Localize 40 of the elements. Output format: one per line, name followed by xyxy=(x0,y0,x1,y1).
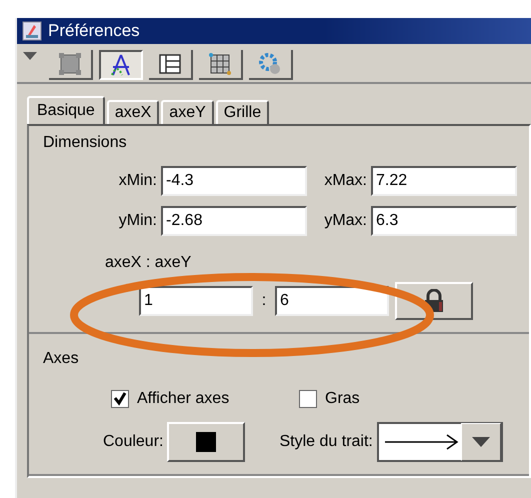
dropdown-button[interactable] xyxy=(460,423,501,461)
input-field[interactable]: 6 xyxy=(275,286,389,316)
toolbar-button[interactable] xyxy=(99,50,143,80)
checked-box-icon[interactable] xyxy=(111,390,129,408)
checkbox-label: Gras xyxy=(325,390,360,408)
line-style-label: Style du trait: xyxy=(279,433,373,451)
field-label: xMin: xyxy=(118,172,157,190)
ratio-label: axeX : axeY xyxy=(105,254,192,272)
section-title: Axes xyxy=(43,350,80,368)
checkbox[interactable]: Afficher axes xyxy=(111,390,299,408)
graph-icon xyxy=(109,53,133,77)
app-icon xyxy=(22,21,42,41)
input-field[interactable]: 6.3 xyxy=(371,206,517,236)
input-field[interactable]: 7.22 xyxy=(371,166,517,196)
lock-icon xyxy=(423,289,445,313)
empty-box-icon[interactable] xyxy=(299,390,317,408)
field-label: yMin: xyxy=(118,212,157,230)
line-style-dropdown[interactable] xyxy=(376,422,503,462)
layout-icon xyxy=(158,52,182,76)
window-title: Préférences xyxy=(48,21,140,41)
field-label: yMax: xyxy=(323,212,367,230)
checkbox-label: Afficher axes xyxy=(137,390,230,408)
dropdown-arrow-icon xyxy=(472,437,490,447)
input-field[interactable]: -4.3 xyxy=(161,166,307,196)
input-field[interactable]: -2.68 xyxy=(161,206,307,236)
tab[interactable]: Basique xyxy=(27,96,105,124)
section-title: Dimensions xyxy=(43,134,128,152)
grid-icon xyxy=(208,52,232,76)
color-label: Couleur: xyxy=(103,433,164,451)
checkbox[interactable]: Gras xyxy=(299,390,487,408)
ratio-separator: : xyxy=(260,292,268,310)
field-label: xMax: xyxy=(323,172,367,190)
tab[interactable]: axeY xyxy=(161,100,214,124)
color-button[interactable] xyxy=(167,422,246,462)
tab[interactable]: axeX xyxy=(106,100,160,124)
arrow-line-icon xyxy=(382,432,461,452)
dropdown-arrow-icon[interactable] xyxy=(23,52,37,60)
tab[interactable]: Grille xyxy=(216,100,270,124)
input-field[interactable]: 1 xyxy=(139,286,253,316)
square-icon xyxy=(58,52,82,76)
